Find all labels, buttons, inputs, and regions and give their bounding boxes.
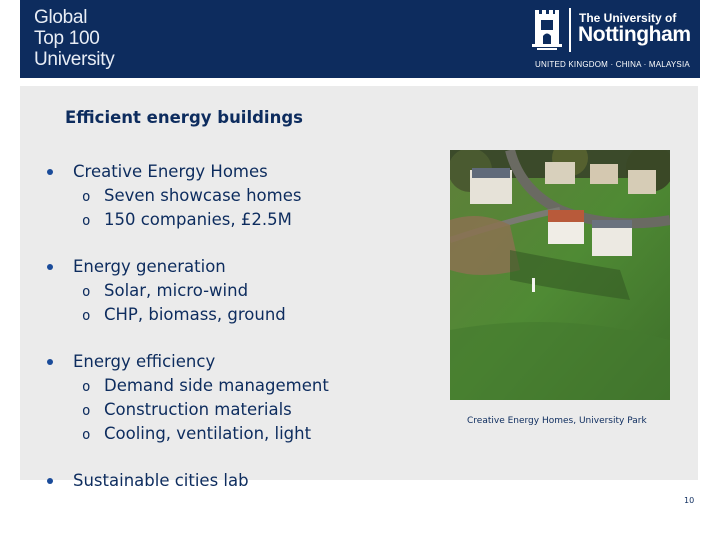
sub-bullet-item: o CHP, biomass, ground [82,305,286,324]
page-number: 10 [684,496,695,505]
sub-bullet-item: o Demand side management [82,376,329,395]
sub-bullet-text: CHP, biomass, ground [104,305,286,324]
sub-bullet-marker: o [82,427,91,443]
logo-divider [569,8,571,52]
sub-bullet-item: o Solar, micro-wind [82,281,248,300]
aerial-photo-illustration [450,150,670,400]
bullet-dot [47,359,53,365]
university-name: Nottingham [578,23,691,46]
bullet-dot [47,169,53,175]
bullet-item: Energy generation [73,257,226,276]
sub-bullet-text: Seven showcase homes [104,186,302,205]
sub-bullet-item: o Construction materials [82,400,292,419]
sub-bullet-marker: o [82,379,91,395]
sub-bullet-text: Demand side management [104,376,329,395]
sub-bullet-item: o Seven showcase homes [82,186,301,205]
sub-bullet-marker: o [82,308,91,324]
bullet-item: Energy efficiency [73,352,216,371]
sub-bullet-marker: o [82,213,91,229]
sub-bullet-text: Solar, micro-wind [104,281,249,300]
bullet-item: Creative Energy Homes [73,162,268,181]
bullet-dot [47,478,53,484]
sub-bullet-marker: o [82,403,91,419]
university-crest-icon [532,10,562,50]
bullet-item: Sustainable cities lab [73,471,249,490]
bullet-dot [47,264,53,270]
sub-bullet-item: o 150 companies, £2.5M [82,210,292,229]
sub-bullet-marker: o [82,284,91,300]
sub-bullet-text: Cooling, ventilation, light [104,424,312,443]
aerial-photo-creative-energy-homes [450,150,670,400]
bullet-list: Creative Energy Homes o Seven showcase ho… [0,0,440,500]
sub-bullet-text: Construction materials [104,400,292,419]
photo-caption: Creative Energy Homes, University Park [467,416,647,426]
sub-bullet-marker: o [82,189,91,205]
university-logo: The University of Nottingham UNITED KING… [532,6,692,72]
campus-list: UNITED KINGDOM · CHINA · MALAYSIA [535,60,690,69]
sub-bullet-item: o Cooling, ventilation, light [82,424,311,443]
sub-bullet-text: 150 companies, £2.5M [104,210,292,229]
